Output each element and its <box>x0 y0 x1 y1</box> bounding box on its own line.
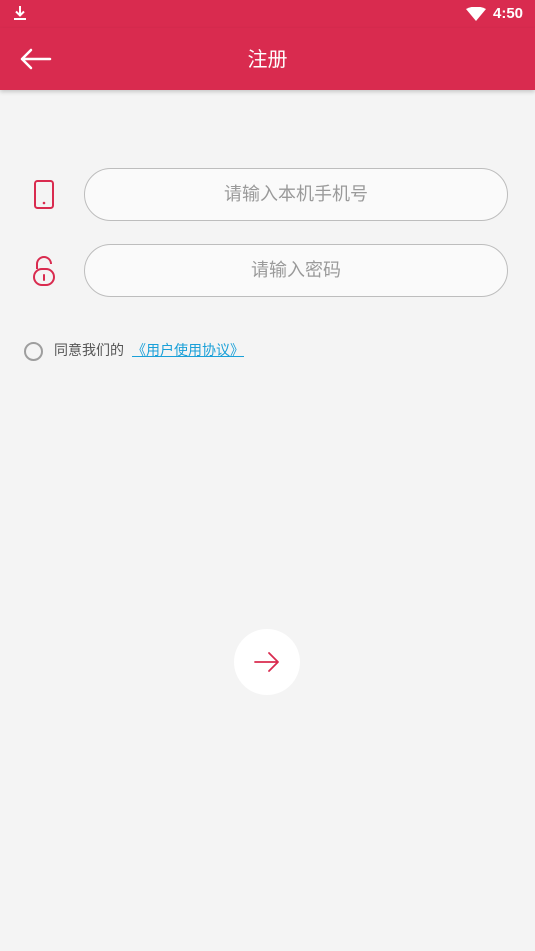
user-agreement-link[interactable]: 《用户使用协议》 <box>132 342 244 360</box>
wifi-icon <box>466 7 486 21</box>
agree-text: 同意我们的 <box>54 343 124 359</box>
arrow-right-icon <box>254 652 279 672</box>
phone-field-row <box>0 168 535 222</box>
agreement-row: 同意我们的 《用户使用协议》 <box>24 340 324 362</box>
status-bar: 4:50 <box>0 0 535 28</box>
page-title: 注册 <box>247 47 288 71</box>
next-button[interactable] <box>234 629 300 695</box>
agree-radio[interactable] <box>24 342 43 361</box>
phone-icon <box>34 180 54 209</box>
phone-input[interactable] <box>84 168 508 221</box>
password-input[interactable] <box>84 244 508 297</box>
app-bar: 注册 <box>0 28 535 90</box>
unlock-icon <box>33 256 55 286</box>
download-icon <box>14 6 26 20</box>
password-field-row <box>0 244 535 298</box>
status-time: 4:50 <box>493 5 524 22</box>
